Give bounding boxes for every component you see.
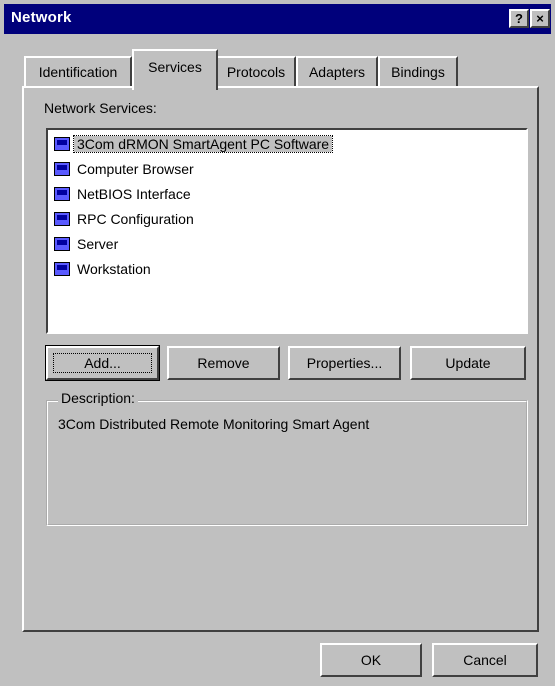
cancel-button[interactable]: Cancel <box>432 643 538 677</box>
tab-bindings[interactable]: Bindings <box>378 56 458 88</box>
network-service-icon <box>54 262 70 276</box>
list-item[interactable]: Workstation <box>54 257 154 281</box>
update-button-label: Update <box>445 355 491 371</box>
network-services-label: Network Services: <box>44 100 157 116</box>
tab-protocols[interactable]: Protocols <box>216 56 296 88</box>
list-item-label: Server <box>77 236 119 252</box>
add-button[interactable]: Add... <box>45 345 160 381</box>
list-item-label: NetBIOS Interface <box>77 186 191 202</box>
list-item[interactable]: 3Com dRMON SmartAgent PC Software <box>54 132 334 156</box>
update-button[interactable]: Update <box>410 346 526 380</box>
description-label: Description: <box>58 390 138 406</box>
network-services-list[interactable]: 3Com dRMON SmartAgent PC Software Comput… <box>46 128 528 334</box>
ok-button[interactable]: OK <box>320 643 422 677</box>
tab-label: Bindings <box>391 64 445 80</box>
tab-identification[interactable]: Identification <box>24 56 132 88</box>
list-item-label: Workstation <box>77 261 151 277</box>
network-service-icon <box>54 237 70 251</box>
cancel-button-label: Cancel <box>463 652 507 668</box>
list-item[interactable]: RPC Configuration <box>54 207 197 231</box>
tab-services[interactable]: Services <box>132 49 218 90</box>
list-item[interactable]: Server <box>54 232 121 256</box>
list-item-label: 3Com dRMON SmartAgent PC Software <box>72 135 334 153</box>
tab-label: Identification <box>38 64 118 80</box>
properties-button[interactable]: Properties... <box>288 346 401 380</box>
add-button-label: Add... <box>48 348 157 378</box>
tab-label: Services <box>148 59 202 75</box>
tab-adapters[interactable]: Adapters <box>296 56 378 88</box>
list-item[interactable]: Computer Browser <box>54 157 197 181</box>
tab-label: Protocols <box>226 64 286 80</box>
network-dialog: Network ? × Identification Services Prot… <box>0 0 555 686</box>
remove-button[interactable]: Remove <box>167 346 280 380</box>
remove-button-label: Remove <box>197 355 250 371</box>
network-service-icon <box>54 212 70 226</box>
list-item-label: RPC Configuration <box>77 211 194 227</box>
list-item-label: Computer Browser <box>77 161 194 177</box>
list-item[interactable]: NetBIOS Interface <box>54 182 194 206</box>
properties-button-label: Properties... <box>306 355 383 371</box>
tab-label: Adapters <box>308 64 366 80</box>
network-service-icon <box>54 187 70 201</box>
network-service-icon <box>54 137 70 151</box>
services-panel: Network Services: 3Com dRMON SmartAgent … <box>22 86 539 632</box>
ok-button-label: OK <box>360 652 382 668</box>
description-text: 3Com Distributed Remote Monitoring Smart… <box>58 416 370 432</box>
network-service-icon <box>54 162 70 176</box>
